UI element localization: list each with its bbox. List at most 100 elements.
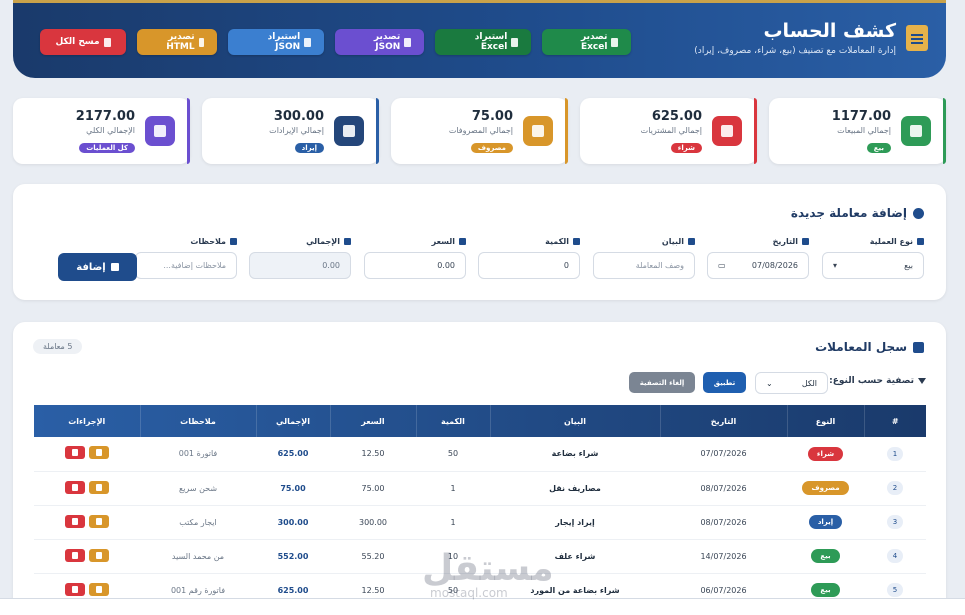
edit-icon[interactable] xyxy=(88,548,109,562)
save-icon xyxy=(110,263,119,271)
description-cell: إيراد إيجار xyxy=(490,505,660,540)
file-excel-icon xyxy=(611,37,618,47)
type-select[interactable]: بيع ▾ xyxy=(822,252,924,279)
notes-cell: من محمد السيد xyxy=(140,539,256,574)
column-header: البيان xyxy=(489,405,660,437)
actions-cell xyxy=(33,437,140,472)
calendar-picker-icon[interactable]: ▭ xyxy=(718,261,726,270)
header-actions: تصدير Excel استيراد Excel تصدير JSON است… xyxy=(40,29,631,55)
edit-icon[interactable] xyxy=(88,446,109,460)
edit-icon[interactable] xyxy=(88,480,109,494)
stat-badge: مصروف xyxy=(470,143,513,153)
filter-icon xyxy=(918,378,926,384)
notes-textarea[interactable]: ملاحظات إضافية... xyxy=(135,252,237,279)
price-field: السعر 0.00 xyxy=(364,237,466,279)
row-index: 1 xyxy=(864,437,926,472)
clear-all-button[interactable]: مسح الكل xyxy=(40,29,126,55)
tag-icon xyxy=(917,238,924,245)
column-header: ملاحظات xyxy=(139,405,256,437)
stat-accent-bar xyxy=(187,98,190,164)
filter-type-select[interactable]: الكل ⌄ xyxy=(755,372,828,394)
pen-icon xyxy=(688,238,695,245)
quantity-cell: 1 xyxy=(416,471,490,506)
row-index: 4 xyxy=(864,539,926,574)
date-input[interactable]: 07/08/2026 ▭ xyxy=(707,252,809,279)
table-icon xyxy=(913,341,924,353)
date-cell: 07/07/2026 xyxy=(660,437,787,472)
price-cell: 12.50 xyxy=(330,437,416,472)
quantity-cell: 1 xyxy=(416,505,490,540)
export-json-button[interactable]: تصدير JSON xyxy=(335,29,424,55)
description-input[interactable]: وصف المعاملة xyxy=(593,252,695,279)
notes-cell: فاتورة 001 xyxy=(140,437,256,472)
date-cell: 08/07/2026 xyxy=(660,505,787,540)
delete-icon[interactable] xyxy=(64,514,85,528)
column-header: التاريخ xyxy=(659,405,787,437)
column-header: الإجراءات xyxy=(33,405,140,437)
stat-label: إجمالي المشتريات xyxy=(640,126,702,135)
filter-label: تصفية حسب النوع: xyxy=(829,376,926,386)
stat-badge: كل العمليات xyxy=(79,143,135,153)
edit-icon[interactable] xyxy=(88,514,109,528)
add-transaction-button[interactable]: إضافة xyxy=(58,253,137,281)
file-import-icon xyxy=(304,37,311,47)
export-excel-button[interactable]: تصدير Excel xyxy=(542,29,631,55)
apply-filter-button[interactable]: تطبيق xyxy=(703,372,746,393)
stat-sales: 1177.00 إجمالي المبيعات بيع xyxy=(769,98,946,164)
plus-circle-icon xyxy=(913,207,924,219)
hand-coin-icon xyxy=(334,116,364,146)
type-cell: مصروف xyxy=(787,471,864,506)
price-cell: 55.20 xyxy=(330,539,416,574)
total-output: 0.00 xyxy=(249,252,351,279)
price-tag-icon xyxy=(459,238,466,245)
stat-badge: شراء xyxy=(670,143,702,153)
watermark-logo: مستقل xyxy=(422,548,554,589)
stat-total: 2177.00 الإجمالي الكلي كل العمليات xyxy=(13,98,190,164)
cart-plus-icon xyxy=(901,116,931,146)
column-header: السعر xyxy=(329,405,416,437)
table-row: 1 شراء 07/07/2026 شراء بضاعة 50 12.50 62… xyxy=(33,437,926,472)
type-field: نوع العملية بيع ▾ xyxy=(822,237,924,279)
date-field: التاريخ 07/08/2026 ▭ xyxy=(707,237,809,279)
import-json-button[interactable]: استيراد JSON xyxy=(228,29,324,55)
price-cell: 75.00 xyxy=(330,471,416,506)
hash-icon xyxy=(573,238,580,245)
stat-accent-bar xyxy=(943,98,946,164)
clear-filter-button[interactable]: إلغاء التصفية xyxy=(629,372,695,393)
edit-icon[interactable] xyxy=(88,582,109,596)
column-header: الكمية xyxy=(415,405,490,437)
stat-value: 75.00 xyxy=(471,109,513,124)
delete-icon[interactable] xyxy=(64,582,85,596)
price-input[interactable]: 0.00 xyxy=(364,252,466,279)
log-title: سجل المعاملات xyxy=(815,340,924,354)
stat-label: إجمالي الإيرادات xyxy=(269,126,324,135)
notes-field: ملاحظات ملاحظات إضافية... xyxy=(135,237,237,279)
delete-icon[interactable] xyxy=(64,548,85,562)
quantity-cell: 50 xyxy=(416,437,490,472)
import-excel-button[interactable]: استيراد Excel xyxy=(435,29,531,55)
description-cell: شراء بضاعة xyxy=(490,437,660,472)
actions-cell xyxy=(33,471,140,506)
type-badge: شراء xyxy=(807,446,844,461)
stat-value: 625.00 xyxy=(651,109,702,124)
table-header-row: # النوع التاريخ البيان الكمية السعر الإج… xyxy=(33,405,926,437)
stat-accent-bar xyxy=(376,98,379,164)
stat-label: الإجمالي الكلي xyxy=(86,126,135,135)
stat-label: إجمالي المصروفات xyxy=(448,126,513,135)
type-badge: بيع xyxy=(811,549,840,563)
quantity-input[interactable]: 0 xyxy=(478,252,580,279)
type-badge: إيراد xyxy=(808,515,843,529)
stat-revenue: 300.00 إجمالي الإيرادات إيراد xyxy=(202,98,379,164)
stat-value: 2177.00 xyxy=(75,109,135,124)
export-html-button[interactable]: تصدير HTML xyxy=(137,29,217,55)
column-header: النوع xyxy=(786,405,864,437)
stat-accent-bar xyxy=(565,98,568,164)
delete-icon[interactable] xyxy=(64,480,85,494)
delete-icon[interactable] xyxy=(64,446,85,460)
table-row: 3 إيراد 08/07/2026 إيراد إيجار 1 300.00 … xyxy=(33,505,926,540)
calculator-icon xyxy=(145,116,175,146)
app-header: كشف الحساب إدارة المعاملات مع تصنيف (بيع… xyxy=(13,0,946,78)
filter-bar: تصفية حسب النوع: الكل ⌄ تطبيق إلغاء التصف… xyxy=(13,372,926,394)
watermark-url: mostaql.com xyxy=(430,586,508,600)
table-row: 2 مصروف 08/07/2026 مصاريف نقل 1 75.00 75… xyxy=(33,471,926,506)
